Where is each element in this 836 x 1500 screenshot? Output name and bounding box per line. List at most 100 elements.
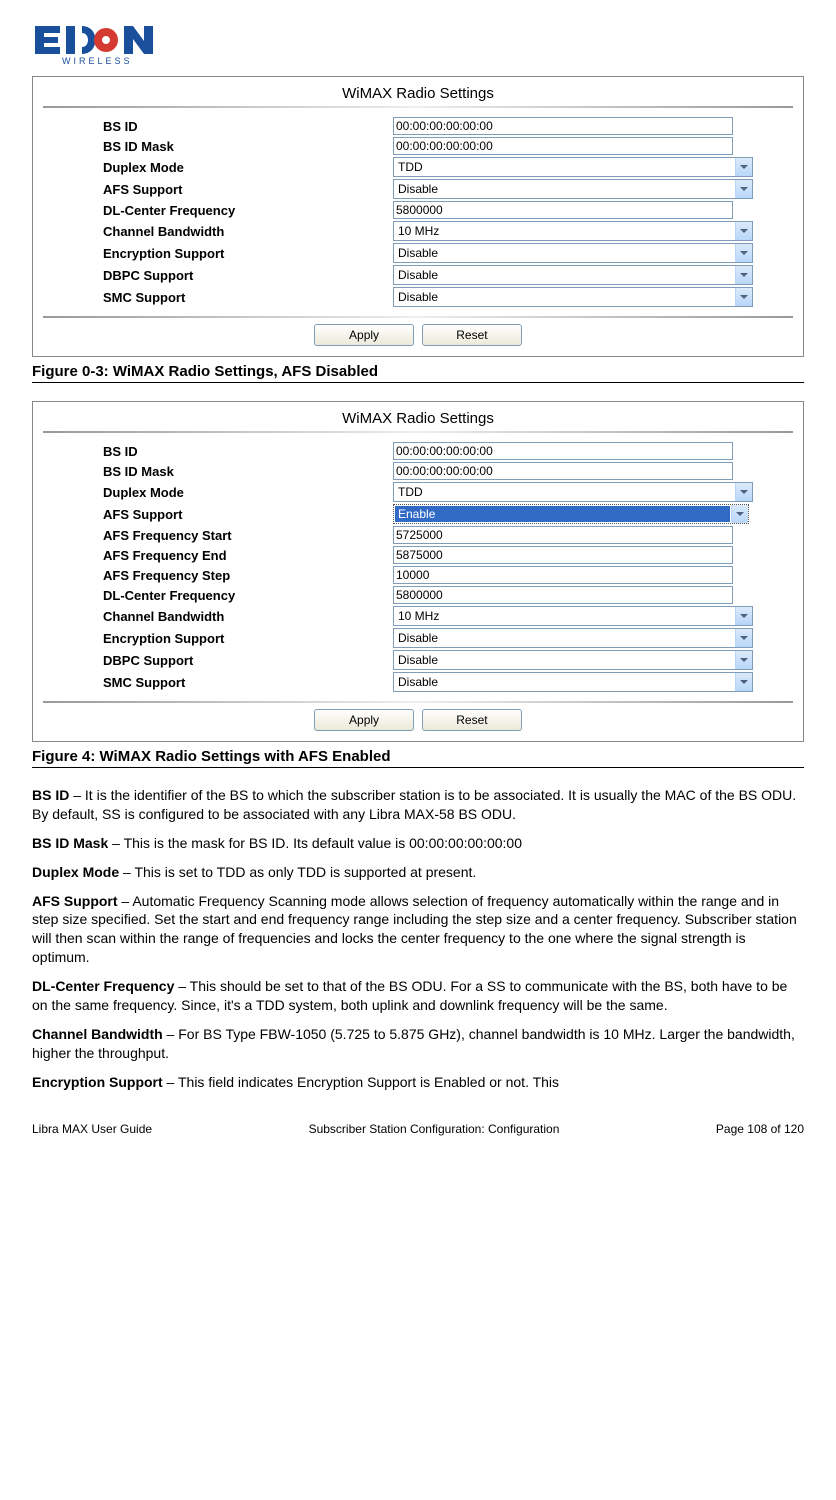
field-label: Channel Bandwidth <box>103 224 393 239</box>
chevron-down-icon[interactable] <box>735 180 752 198</box>
field-label: DBPC Support <box>103 653 393 668</box>
select-dropdown[interactable]: 10 MHz <box>393 221 753 241</box>
select-dropdown[interactable]: Disable <box>393 628 753 648</box>
field-container <box>393 462 793 480</box>
panel-afs-enabled: WiMAX Radio Settings BS ID BS ID Mask Dupl… <box>32 401 804 742</box>
select-value: 10 MHz <box>394 222 735 240</box>
text-input[interactable] <box>393 117 733 135</box>
chevron-down-icon[interactable] <box>731 505 748 523</box>
select-dropdown[interactable]: TDD <box>393 482 753 502</box>
select-dropdown[interactable]: Disable <box>393 179 753 199</box>
form-row: DBPC SupportDisable <box>103 264 793 286</box>
figure-caption: Figure 0-3: WiMAX Radio Settings, AFS Di… <box>32 363 804 383</box>
chevron-down-icon[interactable] <box>735 244 752 262</box>
select-value: Disable <box>394 288 735 306</box>
figure-caption: Figure 4: WiMAX Radio Settings with AFS … <box>32 748 804 768</box>
brand-logo: WIRELESS <box>32 24 804 66</box>
form-row: BS ID Mask <box>103 461 793 481</box>
field-label: AFS Support <box>103 182 393 197</box>
divider <box>43 431 793 433</box>
form-row: DBPC SupportDisable <box>103 649 793 671</box>
apply-button[interactable]: Apply <box>314 709 414 731</box>
field-container <box>393 566 793 584</box>
chevron-down-icon[interactable] <box>735 266 752 284</box>
footer-center: Subscriber Station Configuration: Config… <box>309 1122 560 1136</box>
select-value: Disable <box>394 673 735 691</box>
desc-afs-support: AFS Support – Automatic Frequency Scanni… <box>32 892 804 968</box>
chevron-down-icon[interactable] <box>735 673 752 691</box>
desc-dl-center: DL-Center Frequency – This should be set… <box>32 977 804 1015</box>
form-row: Encryption SupportDisable <box>103 627 793 649</box>
field-container: Disable <box>393 265 793 285</box>
panel-afs-disabled: WiMAX Radio Settings BS IDBS ID MaskDupl… <box>32 76 804 357</box>
select-dropdown[interactable]: Enable <box>393 504 749 524</box>
reset-button[interactable]: Reset <box>422 324 522 346</box>
select-dropdown[interactable]: Disable <box>393 650 753 670</box>
field-container <box>393 117 793 135</box>
field-label: SMC Support <box>103 290 393 305</box>
field-label: AFS Frequency Start <box>103 528 393 543</box>
desc-encryption: Encryption Support – This field indicate… <box>32 1073 804 1092</box>
reset-button[interactable]: Reset <box>422 709 522 731</box>
select-value: Disable <box>394 629 735 647</box>
form-row: DL-Center Frequency <box>103 585 793 605</box>
text-input[interactable] <box>393 586 733 604</box>
form-row: Encryption SupportDisable <box>103 242 793 264</box>
select-value: Disable <box>394 180 735 198</box>
form-row: DL-Center Frequency <box>103 200 793 220</box>
text-input[interactable] <box>393 201 733 219</box>
divider <box>43 701 793 703</box>
field-label: AFS Frequency Step <box>103 568 393 583</box>
form-row: Duplex ModeTDD <box>103 156 793 178</box>
field-container <box>393 137 793 155</box>
field-container: Disable <box>393 672 793 692</box>
text-input[interactable] <box>393 526 733 544</box>
field-container <box>393 442 793 460</box>
select-dropdown[interactable]: 10 MHz <box>393 606 753 626</box>
chevron-down-icon[interactable] <box>735 607 752 625</box>
text-input[interactable] <box>393 137 733 155</box>
text-input[interactable] <box>393 462 733 480</box>
chevron-down-icon[interactable] <box>735 158 752 176</box>
chevron-down-icon[interactable] <box>735 483 752 501</box>
form-row: Channel Bandwidth10 MHz <box>103 220 793 242</box>
field-container <box>393 546 793 564</box>
field-label: Channel Bandwidth <box>103 609 393 624</box>
field-container: TDD <box>393 157 793 177</box>
select-dropdown[interactable]: Disable <box>393 672 753 692</box>
form-row: Duplex ModeTDD <box>103 481 793 503</box>
form-row: BS ID <box>103 116 793 136</box>
field-container: Disable <box>393 650 793 670</box>
form-row: AFS Frequency End <box>103 545 793 565</box>
chevron-down-icon[interactable] <box>735 651 752 669</box>
form-row: AFS SupportEnable <box>103 503 793 525</box>
select-dropdown[interactable]: Disable <box>393 265 753 285</box>
field-label: BS ID <box>103 444 393 459</box>
select-dropdown[interactable]: Disable <box>393 243 753 263</box>
chevron-down-icon[interactable] <box>735 288 752 306</box>
panel-title: WiMAX Radio Settings <box>43 406 793 429</box>
apply-button[interactable]: Apply <box>314 324 414 346</box>
field-container: Disable <box>393 287 793 307</box>
field-container: Disable <box>393 243 793 263</box>
select-dropdown[interactable]: Disable <box>393 287 753 307</box>
field-label: DL-Center Frequency <box>103 203 393 218</box>
field-label: BS ID Mask <box>103 139 393 154</box>
field-label: Encryption Support <box>103 631 393 646</box>
text-input[interactable] <box>393 442 733 460</box>
form-row: SMC SupportDisable <box>103 286 793 308</box>
field-label: BS ID Mask <box>103 464 393 479</box>
chevron-down-icon[interactable] <box>735 629 752 647</box>
field-container: Disable <box>393 628 793 648</box>
footer-right: Page 108 of 120 <box>716 1122 804 1136</box>
field-container <box>393 526 793 544</box>
select-dropdown[interactable]: TDD <box>393 157 753 177</box>
chevron-down-icon[interactable] <box>735 222 752 240</box>
field-container <box>393 586 793 604</box>
form-row: AFS Frequency Step <box>103 565 793 585</box>
desc-bs-id-mask: BS ID Mask – This is the mask for BS ID.… <box>32 834 804 853</box>
field-container: Disable <box>393 179 793 199</box>
field-label: SMC Support <box>103 675 393 690</box>
text-input[interactable] <box>393 546 733 564</box>
text-input[interactable] <box>393 566 733 584</box>
